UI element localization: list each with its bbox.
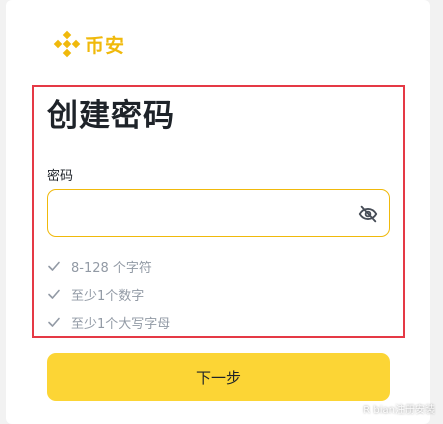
check-icon bbox=[48, 289, 60, 299]
password-label: 密码 bbox=[47, 169, 74, 184]
password-rules: 8-128 个字符 至少1个数字 至少1个大写字母 bbox=[47, 252, 170, 336]
rule-label: 8-128 个字符 bbox=[71, 260, 152, 276]
eye-off-icon[interactable] bbox=[357, 203, 379, 225]
password-field bbox=[47, 189, 390, 237]
rule-number: 至少1个数字 bbox=[47, 280, 170, 308]
next-button[interactable]: 下一步 bbox=[47, 353, 390, 401]
watermark: R bian注册安装 bbox=[349, 401, 435, 416]
check-icon bbox=[48, 317, 60, 327]
brand-name: 币安 bbox=[85, 34, 126, 57]
password-input[interactable] bbox=[60, 198, 354, 230]
rule-label: 至少1个大写字母 bbox=[71, 316, 171, 332]
watermark-text: R bian注册安装 bbox=[363, 405, 435, 416]
check-icon bbox=[48, 261, 60, 271]
rule-uppercase: 至少1个大写字母 bbox=[47, 308, 170, 336]
rule-length: 8-128 个字符 bbox=[47, 252, 170, 280]
brand-logo: 币安 bbox=[53, 30, 125, 58]
watermark-logo-icon bbox=[349, 403, 361, 414]
page-title: 创建密码 bbox=[47, 98, 175, 134]
binance-logo-icon bbox=[53, 30, 81, 58]
rule-label: 至少1个数字 bbox=[71, 288, 145, 304]
